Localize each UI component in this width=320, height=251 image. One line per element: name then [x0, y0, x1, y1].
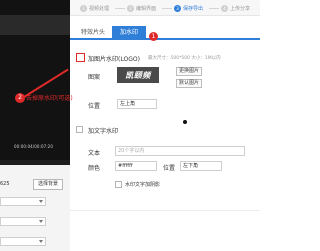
text-shadow-checkbox[interactable]: [115, 181, 122, 188]
annotation-text: 去掉原水印(可选): [26, 95, 73, 102]
image-watermark-checkbox[interactable]: [76, 53, 85, 62]
image-size-hint: 最大尺寸：500*500 大小：1M以内: [148, 56, 221, 61]
pattern-label: 图案: [88, 74, 101, 81]
playback-time: 00:00:04/00:07:20: [14, 144, 53, 149]
step-1: 1 视频处理: [80, 5, 109, 12]
annotation-badge-2: 2: [15, 93, 25, 103]
annotation-badge-1: 1: [149, 32, 158, 41]
chevron-down-icon: [39, 220, 43, 223]
tab-watermark[interactable]: 加水印: [112, 26, 146, 40]
text-position-label: 位置: [163, 165, 176, 172]
color-field[interactable]: #ffffff: [115, 161, 157, 171]
cursor-dot: [183, 120, 187, 124]
text-label: 文本: [88, 150, 101, 157]
text-shadow-label: 水印文字加阴影: [125, 182, 161, 188]
left-select-3[interactable]: [0, 237, 46, 246]
step-3: 3 保存导出: [174, 5, 203, 12]
image-watermark-label: 加图片水印(LOGO): [88, 56, 140, 63]
image-position-label: 位置: [88, 103, 101, 110]
step-2: 2 编辑界面: [127, 5, 156, 12]
text-watermark-checkbox[interactable]: [76, 126, 83, 133]
change-image-button[interactable]: 更换图片: [176, 67, 202, 76]
tab-intro-effects[interactable]: 特效片头: [76, 26, 110, 40]
preview-top-strip: [0, 15, 70, 35]
left-value-fragment: 625: [0, 181, 10, 187]
text-position-select[interactable]: 左下角: [180, 161, 222, 171]
image-position-select[interactable]: 左上角: [117, 99, 157, 109]
chevron-down-icon: [39, 200, 43, 203]
left-select-1[interactable]: [0, 197, 46, 206]
text-input[interactable]: 20个字以内: [115, 146, 245, 156]
chevron-down-icon: [39, 240, 43, 243]
default-image-button[interactable]: 默认图片: [176, 79, 202, 88]
color-label: 颜色: [88, 165, 101, 172]
left-select-2[interactable]: [0, 217, 46, 226]
text-watermark-label: 加文字水印: [88, 128, 119, 135]
logo-preview: 凯颐频: [117, 67, 159, 83]
panel-divider: [70, 210, 260, 211]
select-background-button[interactable]: 选择背景: [33, 179, 63, 190]
step-4: 4 上传分享: [221, 5, 250, 12]
